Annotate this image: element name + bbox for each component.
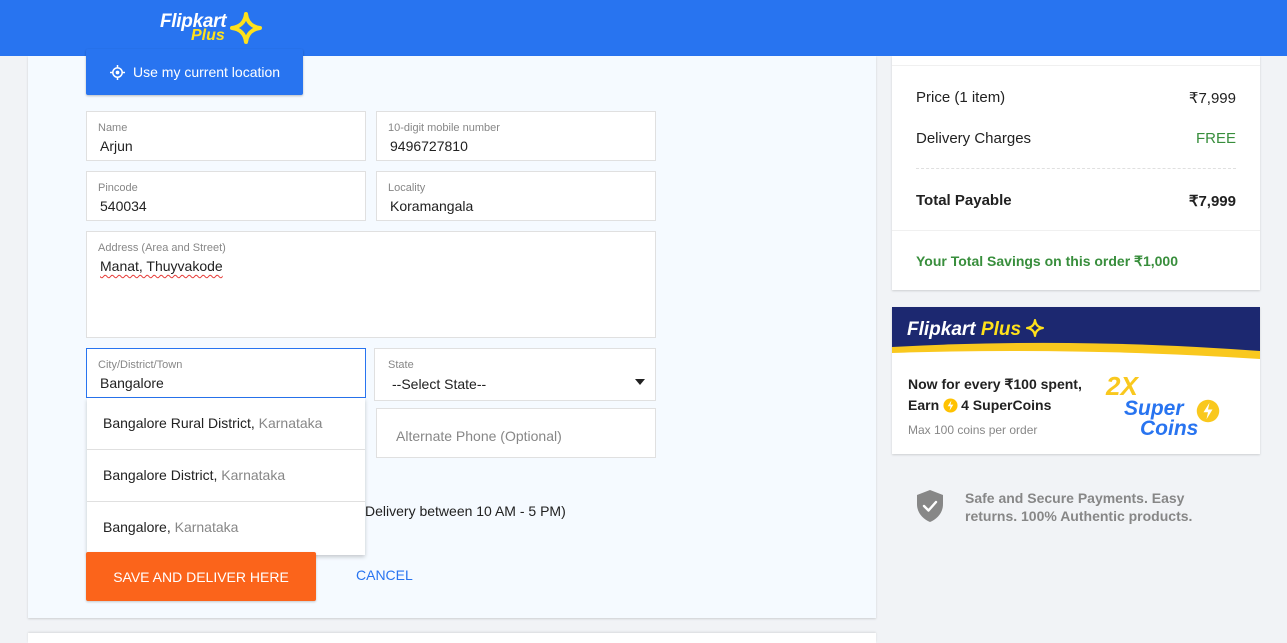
mobile-value: 9496727810 <box>390 138 468 154</box>
city-suggestion-item[interactable]: Bangalore District, Karnataka <box>87 450 365 502</box>
pincode-field[interactable]: Pincode 540034 <box>86 171 366 221</box>
city-value: Bangalore <box>100 375 164 391</box>
total-payable-value: ₹7,999 <box>1188 193 1236 210</box>
logo-plus-text: Plus <box>191 27 225 44</box>
total-savings-text: Your Total Savings on this order ₹1,000 <box>916 253 1179 269</box>
next-section-strip <box>28 633 876 643</box>
state-label: State <box>388 359 414 371</box>
city-suggestion-item[interactable]: Bangalore, Karnataka <box>87 502 365 554</box>
address-label: Address (Area and Street) <box>98 242 226 254</box>
total-row: Total Payable ₹7,999 <box>916 192 1236 210</box>
state-select[interactable]: State --Select State-- <box>374 348 656 401</box>
address-value: Manat, Thuyvakode <box>100 258 223 274</box>
mobile-field[interactable]: 10-digit mobile number 9496727810 <box>376 111 656 161</box>
cancel-button[interactable]: CANCEL <box>356 567 413 583</box>
mobile-label: 10-digit mobile number <box>388 122 500 134</box>
delivery-option-label: Delivery between 10 AM - 5 PM) <box>365 503 566 519</box>
divider <box>892 65 1260 66</box>
plus-star-icon <box>230 12 262 44</box>
city-suggestions-dropdown: Bangalore Rural District, Karnataka Bang… <box>87 398 365 555</box>
price-row: Price (1 item) ₹7,999 <box>916 89 1236 107</box>
price-value: ₹7,999 <box>1188 90 1236 107</box>
state-selected-value: --Select State-- <box>392 376 487 392</box>
banner-offer-line: Now for every ₹100 spent, <box>908 376 1082 392</box>
supercoins-count-text: 4 SuperCoins <box>961 397 1052 413</box>
total-payable-label: Total Payable <box>916 192 1012 209</box>
price-label: Price (1 item) <box>916 89 1006 106</box>
city-field[interactable]: City/District/Town Bangalore <box>86 348 366 398</box>
banner-limit-note: Max 100 coins per order <box>908 423 1038 437</box>
pincode-value: 540034 <box>100 198 147 214</box>
address-textarea[interactable]: Address (Area and Street) Manat, Thuyvak… <box>86 231 656 338</box>
suggestion-state: Karnataka <box>258 415 323 431</box>
save-and-deliver-button[interactable]: SAVE AND DELIVER HERE <box>86 552 316 601</box>
delivery-row: Delivery Charges FREE <box>916 130 1236 147</box>
suggestion-city: Bangalore, <box>103 519 171 535</box>
name-field[interactable]: Name Arjun <box>86 111 366 161</box>
city-label: City/District/Town <box>98 359 183 371</box>
lightning-coin-icon <box>1196 399 1220 423</box>
delivery-charges-label: Delivery Charges <box>916 130 1032 147</box>
suggestion-city: Bangalore Rural District, <box>103 415 255 431</box>
banner-earn-line: Earn 4 SuperCoins <box>908 397 1051 413</box>
secure-payments-note: Safe and Secure Payments. Easy returns. … <box>965 490 1193 524</box>
supercoin-icon <box>943 397 958 413</box>
price-details-card: Price (1 item) ₹7,999 Delivery Charges F… <box>892 56 1260 290</box>
supercoins-graphic: 2X Super Coins <box>1104 371 1234 441</box>
locality-value: Koramangala <box>390 198 474 214</box>
coins-text: Coins <box>1140 417 1199 440</box>
location-target-icon <box>110 64 125 80</box>
earn-text: Earn <box>908 397 940 413</box>
suggestion-state: Karnataka <box>174 519 239 535</box>
use-current-location-label: Use my current location <box>133 64 281 80</box>
banner-brand: Flipkart Plus <box>907 319 1045 341</box>
name-label: Name <box>98 122 128 134</box>
plus-star-icon <box>1026 319 1045 337</box>
divider <box>892 230 1260 231</box>
alternate-phone-field[interactable]: Alternate Phone (Optional) <box>376 408 656 458</box>
delivery-charges-value: FREE <box>1195 130 1236 147</box>
banner-brand-text: Flipkart <box>907 319 976 340</box>
flipkart-plus-banner[interactable]: Flipkart Plus Now for every ₹100 spent, … <box>892 307 1260 454</box>
suggestion-city: Bangalore District, <box>103 467 218 483</box>
dashed-divider <box>916 168 1236 169</box>
top-header: Flipkart Plus <box>0 0 1287 56</box>
suggestion-state: Karnataka <box>221 467 286 483</box>
chevron-down-icon <box>635 379 645 385</box>
name-value: Arjun <box>100 138 133 154</box>
pincode-label: Pincode <box>98 182 138 194</box>
city-suggestion-item[interactable]: Bangalore Rural District, Karnataka <box>87 398 365 450</box>
locality-field[interactable]: Locality Koramangala <box>376 171 656 221</box>
banner-plus-text: Plus <box>980 319 1022 340</box>
use-current-location-button[interactable]: Use my current location <box>86 49 303 95</box>
shield-icon <box>916 489 944 528</box>
alternate-phone-placeholder: Alternate Phone (Optional) <box>396 428 562 444</box>
locality-label: Locality <box>388 182 426 194</box>
